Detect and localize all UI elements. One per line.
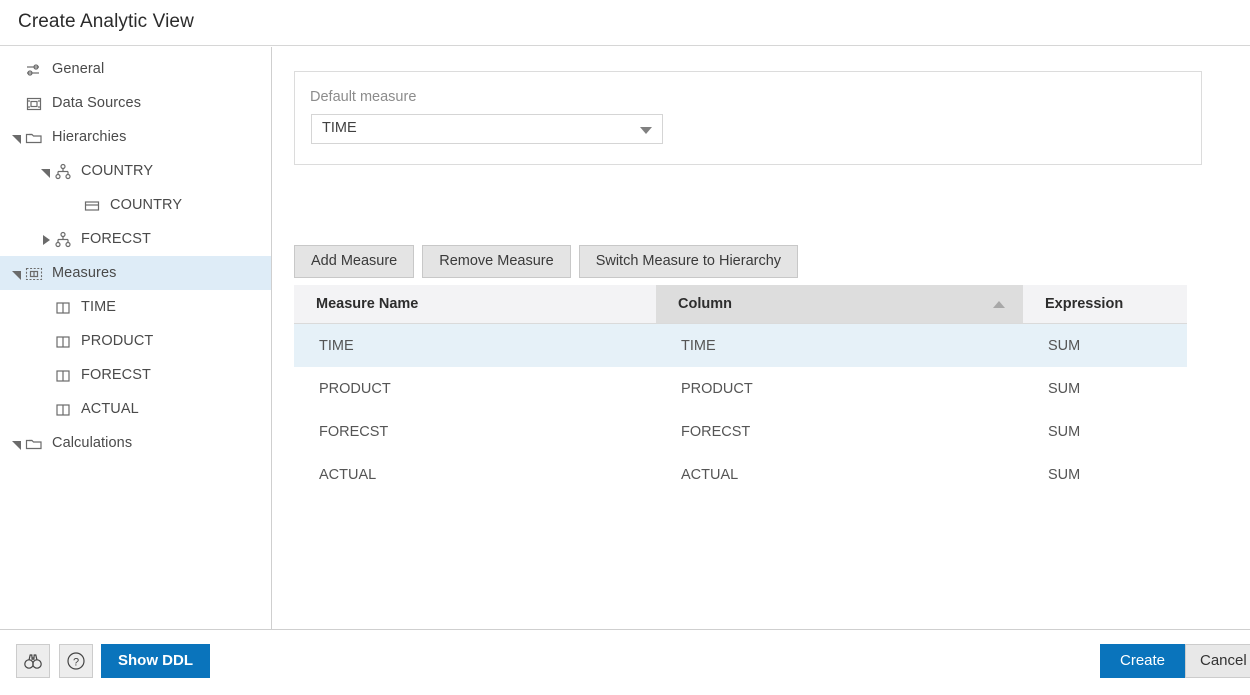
default-measure-value: TIME [322,120,357,136]
tree-root: General Data Sources Hierarchies COUNTRY COU… [0,52,271,460]
create-button[interactable]: Create [1100,644,1185,678]
data-source-icon [24,86,46,120]
switch-measure-to-hierarchy-button[interactable]: Switch Measure to Hierarchy [579,245,798,278]
measures-table-header: Measure Name Column Expression [294,285,1187,324]
tree-twisty-spacer [39,324,53,358]
main-content-panel: Default measure TIME Add Measure Remove … [273,47,1250,629]
cell-column: FORECST [656,410,1023,453]
sidebar-item-label: COUNTRY [104,197,182,213]
tree-expand-collapse-icon-collapsed[interactable] [39,222,53,256]
sidebar-item-label: General [46,61,104,77]
tree-twisty-spacer [10,86,24,120]
cancel-button[interactable]: Cancel [1185,644,1250,678]
folder-icon [24,120,46,154]
cell-expression: SUM [1023,410,1187,453]
sidebar-item-label: Data Sources [46,95,141,111]
sidebar-item-data-sources[interactable]: Data Sources [0,86,271,120]
measures-table: Measure Name Column Expression TIMETIMES… [294,285,1187,496]
cell-measure-name: TIME [294,324,656,367]
sidebar-item-calculations[interactable]: Calculations [0,426,271,460]
cell-measure-name: PRODUCT [294,367,656,410]
cell-column: ACTUAL [656,453,1023,496]
tree-twisty-spacer [39,358,53,392]
hierarchy-icon [53,154,75,188]
sidebar-item-label: Calculations [46,435,132,451]
sidebar-item-actual[interactable]: ACTUAL [0,392,271,426]
sidebar-item-forecst[interactable]: FORECST [0,358,271,392]
column-header-column[interactable]: Column [656,285,1023,323]
sidebar-item-product[interactable]: PRODUCT [0,324,271,358]
measure-column-icon [53,392,75,426]
sort-ascending-icon [993,301,1005,308]
dialog-footer: ? Show DDL Create Cancel [0,630,1250,695]
column-header-expression[interactable]: Expression [1023,285,1187,323]
column-header-column-label: Column [678,296,732,312]
sidebar-item-label: Measures [46,265,116,281]
remove-measure-button[interactable]: Remove Measure [422,245,570,278]
tree-expand-collapse-icon-expanded[interactable] [10,256,24,290]
table-row[interactable]: PRODUCTPRODUCTSUM [294,367,1187,410]
cell-column: PRODUCT [656,367,1023,410]
hierarchy-icon [53,222,75,256]
tree-expand-collapse-icon-expanded[interactable] [10,120,24,154]
sidebar-item-label: PRODUCT [75,333,153,349]
sidebar-item-label: FORECST [75,231,151,247]
tree-twisty-spacer [68,188,82,222]
sidebar-item-forecst[interactable]: FORECST [0,222,271,256]
column-header-measure-name[interactable]: Measure Name [294,285,656,323]
default-measure-panel: Default measure TIME [294,71,1202,165]
sidebar-item-country[interactable]: COUNTRY [0,154,271,188]
measures-icon [24,256,46,290]
measure-column-icon [53,324,75,358]
table-row[interactable]: FORECSTFORECSTSUM [294,410,1187,453]
sidebar-item-measures[interactable]: Measures [0,256,271,290]
table-row[interactable]: ACTUALACTUALSUM [294,453,1187,496]
binoculars-icon-button[interactable] [16,644,50,678]
settings-sliders-icon [24,52,46,86]
sidebar-item-general[interactable]: General [0,52,271,86]
sidebar-item-label: FORECST [75,367,151,383]
chevron-down-icon [640,127,652,134]
sidebar-item-country[interactable]: COUNTRY [0,188,271,222]
default-measure-label: Default measure [310,89,416,105]
cell-expression: SUM [1023,324,1187,367]
sidebar-item-label: Hierarchies [46,129,126,145]
dialog-titlebar: Create Analytic View [0,0,1250,46]
tree-twisty-spacer [39,290,53,324]
tree-expand-collapse-icon-expanded[interactable] [10,426,24,460]
cell-measure-name: FORECST [294,410,656,453]
measures-table-body: TIMETIMESUMPRODUCTPRODUCTSUMFORECSTFOREC… [294,324,1187,496]
create-analytic-view-dialog: Create Analytic View General Data Sources… [0,0,1250,695]
tree-twisty-spacer [39,392,53,426]
help-icon-button[interactable]: ? [59,644,93,678]
tree-twisty-spacer [10,52,24,86]
measure-column-icon [53,358,75,392]
sidebar-item-label: ACTUAL [75,401,139,417]
level-icon [82,188,104,222]
tree-expand-collapse-icon-expanded[interactable] [39,154,53,188]
cell-expression: SUM [1023,367,1187,410]
svg-text:?: ? [73,657,79,669]
cell-column: TIME [656,324,1023,367]
measure-toolbar: Add Measure Remove Measure Switch Measur… [294,245,806,278]
sidebar-navigation-tree: General Data Sources Hierarchies COUNTRY COU… [0,47,272,629]
sidebar-item-label: TIME [75,299,116,315]
show-ddl-button[interactable]: Show DDL [101,644,210,678]
default-measure-select[interactable]: TIME [311,114,663,144]
sidebar-item-hierarchies[interactable]: Hierarchies [0,120,271,154]
table-row[interactable]: TIMETIMESUM [294,324,1187,367]
folder-icon [24,426,46,460]
sidebar-item-time[interactable]: TIME [0,290,271,324]
sidebar-item-label: COUNTRY [75,163,153,179]
measure-column-icon [53,290,75,324]
page-title: Create Analytic View [18,11,194,33]
cell-measure-name: ACTUAL [294,453,656,496]
cell-expression: SUM [1023,453,1187,496]
add-measure-button[interactable]: Add Measure [294,245,414,278]
